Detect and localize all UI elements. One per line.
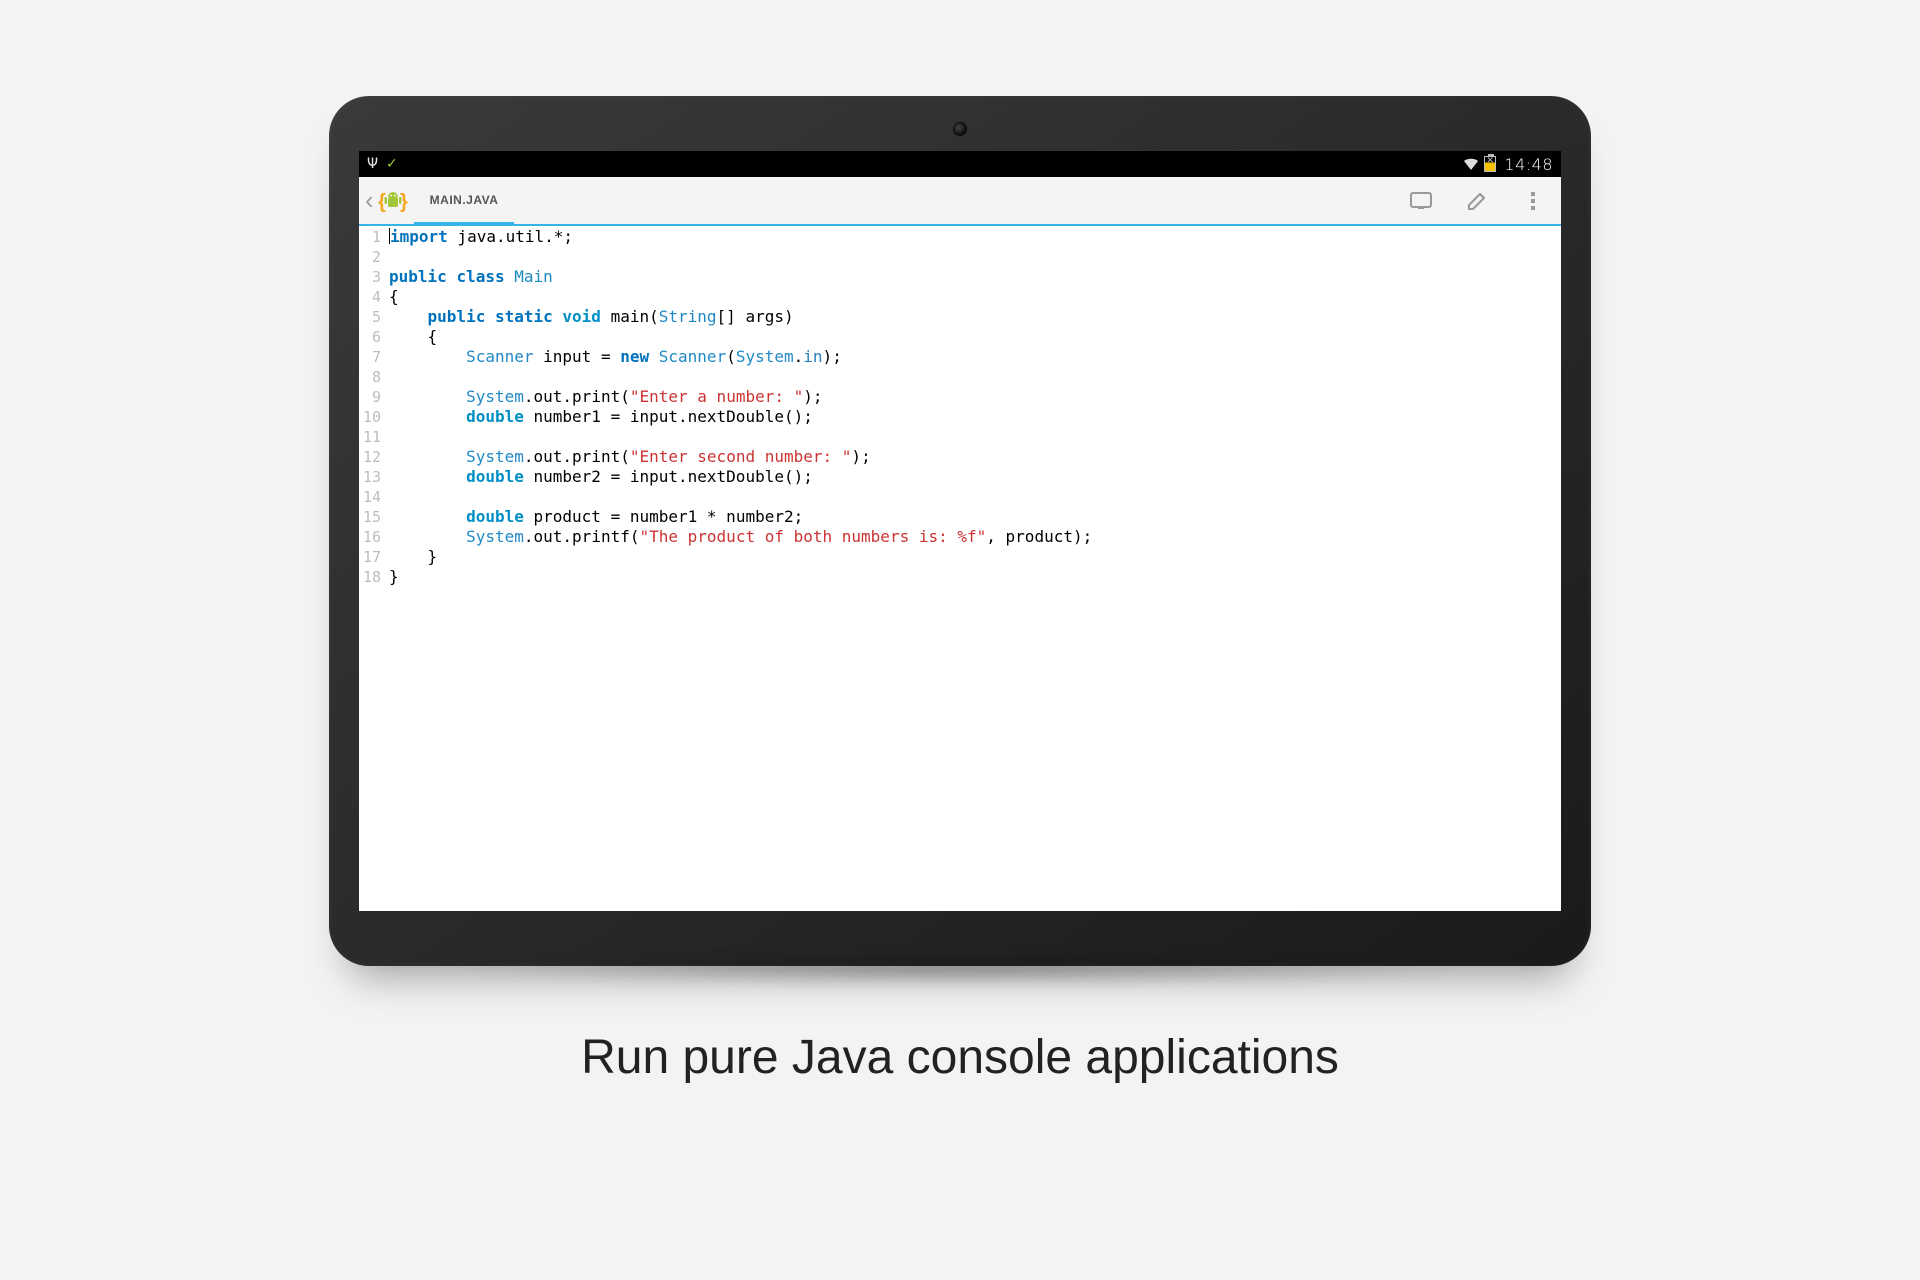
overflow-menu-button[interactable] xyxy=(1505,177,1561,224)
code-line[interactable]: { xyxy=(389,327,1561,347)
text-cursor xyxy=(389,228,390,244)
android-status-bar: Ψ ✓ 14:48 xyxy=(359,151,1561,177)
line-number-gutter: 123456789101112131415161718 xyxy=(359,225,385,911)
code-line[interactable]: } xyxy=(389,547,1561,567)
code-line[interactable]: System.out.print("Enter second number: "… xyxy=(389,447,1561,467)
code-line[interactable] xyxy=(389,427,1561,447)
line-number: 2 xyxy=(359,247,381,267)
tablet-frame: Ψ ✓ 14:48 ‹ { xyxy=(329,96,1591,966)
line-number: 12 xyxy=(359,447,381,467)
file-tab-label: MAIN.JAVA xyxy=(430,193,499,207)
line-number: 11 xyxy=(359,427,381,447)
line-number: 3 xyxy=(359,267,381,287)
code-line[interactable] xyxy=(389,487,1561,507)
app-action-bar: ‹ { } MAIN.JAVA xyxy=(359,177,1561,225)
line-number: 17 xyxy=(359,547,381,567)
code-content[interactable]: import java.util.*;public class Main{ pu… xyxy=(385,225,1561,911)
code-line[interactable]: Scanner input = new Scanner(System.in); xyxy=(389,347,1561,367)
wifi-icon xyxy=(1462,157,1480,171)
line-number: 7 xyxy=(359,347,381,367)
status-clock: 14:48 xyxy=(1504,155,1553,174)
code-line[interactable]: public static void main(String[] args) xyxy=(389,307,1561,327)
line-number: 15 xyxy=(359,507,381,527)
code-editor[interactable]: 123456789101112131415161718 import java.… xyxy=(359,225,1561,911)
line-number: 9 xyxy=(359,387,381,407)
line-number: 18 xyxy=(359,567,381,587)
line-number: 13 xyxy=(359,467,381,487)
line-number: 16 xyxy=(359,527,381,547)
overflow-icon xyxy=(1531,192,1535,210)
edit-icon-button[interactable] xyxy=(1449,177,1505,224)
caption-text: Run pure Java console applications xyxy=(581,1030,1339,1085)
line-number: 10 xyxy=(359,407,381,427)
code-line[interactable]: { xyxy=(389,287,1561,307)
code-line[interactable]: double number1 = input.nextDouble(); xyxy=(389,407,1561,427)
line-number: 1 xyxy=(359,227,381,247)
tablet-camera xyxy=(953,122,967,136)
line-number: 8 xyxy=(359,367,381,387)
tablet-shadow xyxy=(455,954,1465,984)
device-screen: Ψ ✓ 14:48 ‹ { xyxy=(359,151,1561,911)
usb-icon: Ψ xyxy=(367,157,378,171)
line-number: 6 xyxy=(359,327,381,347)
code-line[interactable]: System.out.printf("The product of both n… xyxy=(389,527,1561,547)
svg-text:}: } xyxy=(400,191,408,213)
file-tab[interactable]: MAIN.JAVA xyxy=(414,177,515,226)
app-logo-icon[interactable]: { } xyxy=(378,177,414,224)
code-line[interactable]: System.out.print("Enter a number: "); xyxy=(389,387,1561,407)
checkmark-icon: ✓ xyxy=(386,156,398,172)
code-line[interactable]: double number2 = input.nextDouble(); xyxy=(389,467,1561,487)
code-line[interactable]: public class Main xyxy=(389,267,1561,287)
code-line[interactable]: import java.util.*; xyxy=(389,227,1561,247)
line-number: 5 xyxy=(359,307,381,327)
code-line[interactable] xyxy=(389,247,1561,267)
line-number: 4 xyxy=(359,287,381,307)
code-line[interactable] xyxy=(389,367,1561,387)
line-number: 14 xyxy=(359,487,381,507)
device-icon-button[interactable] xyxy=(1393,177,1449,224)
battery-icon xyxy=(1484,156,1496,172)
code-line[interactable]: } xyxy=(389,567,1561,587)
back-button[interactable]: ‹ xyxy=(359,177,378,224)
code-line[interactable]: double product = number1 * number2; xyxy=(389,507,1561,527)
